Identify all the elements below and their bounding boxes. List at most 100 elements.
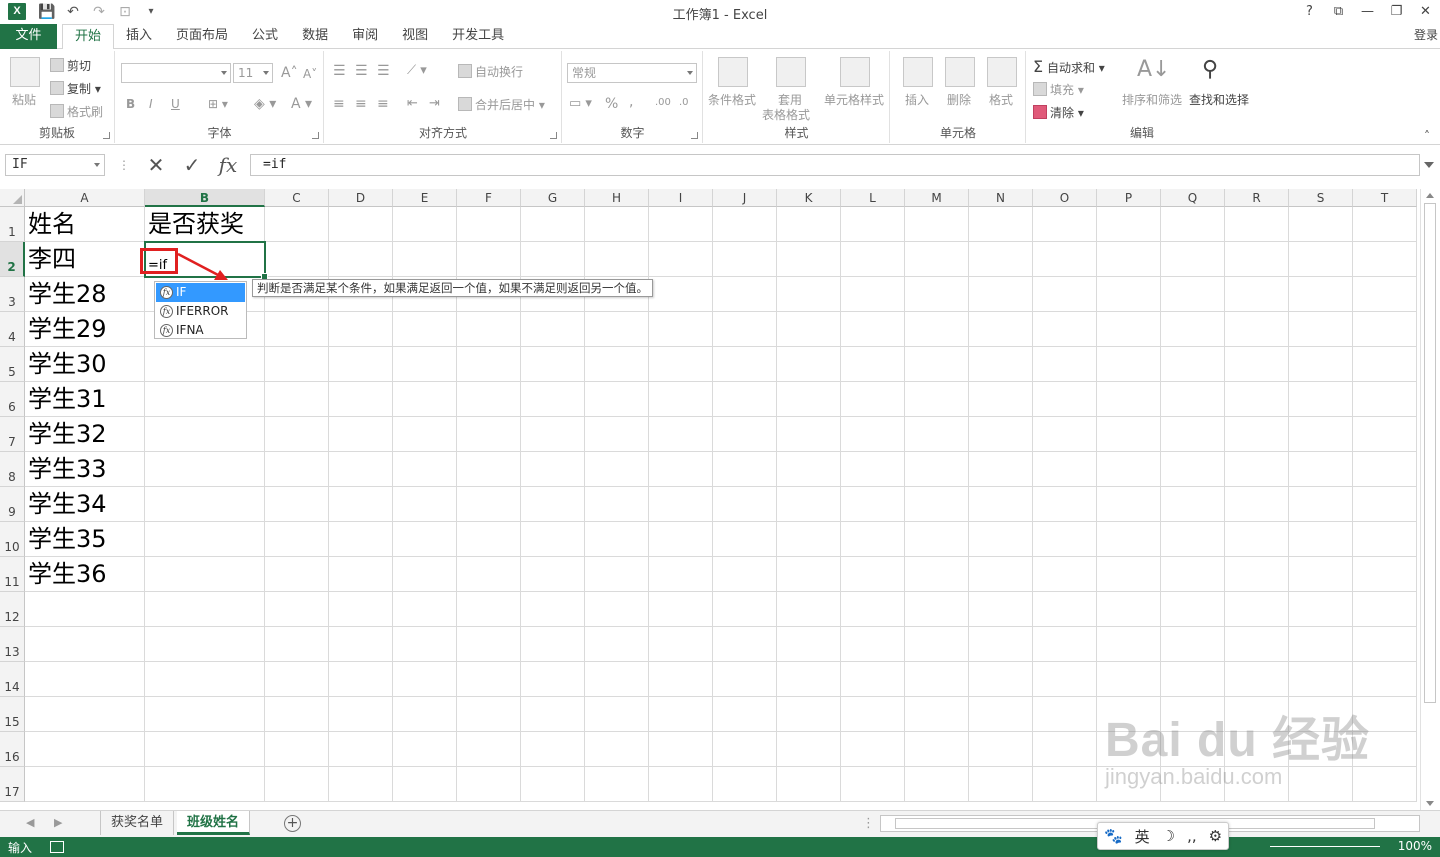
cell-r16[interactable]	[1225, 732, 1289, 767]
cell-s17[interactable]	[1289, 767, 1353, 802]
cell-h15[interactable]	[585, 697, 649, 732]
cell-s11[interactable]	[1289, 557, 1353, 592]
cell-n7[interactable]	[969, 417, 1033, 452]
cell-i5[interactable]	[649, 347, 713, 382]
cell-b10[interactable]	[145, 522, 265, 557]
login-link[interactable]: 登录	[1414, 26, 1438, 43]
row-header-14[interactable]: 14	[0, 662, 25, 697]
cell-f7[interactable]	[457, 417, 521, 452]
cell-styles-icon[interactable]	[840, 57, 870, 87]
number-launcher-icon[interactable]	[691, 132, 698, 139]
cell-a17[interactable]	[25, 767, 145, 802]
cell-l3[interactable]	[841, 277, 905, 312]
cell-b1[interactable]: 是否获奖	[145, 207, 265, 242]
cell-p5[interactable]	[1097, 347, 1161, 382]
cell-f1[interactable]	[457, 207, 521, 242]
cell-q5[interactable]	[1161, 347, 1225, 382]
cell-o11[interactable]	[1033, 557, 1097, 592]
cell-d7[interactable]	[329, 417, 393, 452]
cell-s6[interactable]	[1289, 382, 1353, 417]
cell-d6[interactable]	[329, 382, 393, 417]
cell-p15[interactable]	[1097, 697, 1161, 732]
cell-g4[interactable]	[521, 312, 585, 347]
cell-r11[interactable]	[1225, 557, 1289, 592]
cell-k3[interactable]	[777, 277, 841, 312]
cell-g15[interactable]	[521, 697, 585, 732]
cell-t12[interactable]	[1353, 592, 1417, 627]
cell-t7[interactable]	[1353, 417, 1417, 452]
cell-e9[interactable]	[393, 487, 457, 522]
cell-i7[interactable]	[649, 417, 713, 452]
cell-n14[interactable]	[969, 662, 1033, 697]
cell-m12[interactable]	[905, 592, 969, 627]
cell-h7[interactable]	[585, 417, 649, 452]
cell-n9[interactable]	[969, 487, 1033, 522]
column-header-f[interactable]: F	[457, 189, 521, 207]
cell-h2[interactable]	[585, 242, 649, 277]
cell-q15[interactable]	[1161, 697, 1225, 732]
cell-n15[interactable]	[969, 697, 1033, 732]
cell-j5[interactable]	[713, 347, 777, 382]
row-header-1[interactable]: 1	[0, 207, 25, 242]
cell-k15[interactable]	[777, 697, 841, 732]
cell-a4[interactable]: 学生29	[25, 312, 145, 347]
cell-q8[interactable]	[1161, 452, 1225, 487]
sheet-prev-icon[interactable]: ◀	[26, 816, 34, 829]
copy-button[interactable]: 复制 ▾	[50, 80, 101, 97]
cell-a9[interactable]: 学生34	[25, 487, 145, 522]
cell-s16[interactable]	[1289, 732, 1353, 767]
cell-a16[interactable]	[25, 732, 145, 767]
cell-l10[interactable]	[841, 522, 905, 557]
increase-decimal-icon[interactable]: .00	[655, 97, 671, 108]
grow-font-icon[interactable]: A˄	[281, 65, 298, 81]
cell-b14[interactable]	[145, 662, 265, 697]
cell-n3[interactable]	[969, 277, 1033, 312]
format-painter-button[interactable]: 格式刷	[50, 103, 103, 120]
cell-n12[interactable]	[969, 592, 1033, 627]
cell-o4[interactable]	[1033, 312, 1097, 347]
cell-q14[interactable]	[1161, 662, 1225, 697]
delete-cells-icon[interactable]	[945, 57, 975, 87]
cell-m3[interactable]	[905, 277, 969, 312]
border-icon[interactable]: ⊞ ▾	[208, 97, 228, 111]
cell-t15[interactable]	[1353, 697, 1417, 732]
cell-i17[interactable]	[649, 767, 713, 802]
cell-c7[interactable]	[265, 417, 329, 452]
cut-button[interactable]: 剪切	[50, 57, 91, 74]
cell-o15[interactable]	[1033, 697, 1097, 732]
cell-o5[interactable]	[1033, 347, 1097, 382]
cell-l14[interactable]	[841, 662, 905, 697]
fill-button[interactable]: 填充 ▾	[1033, 81, 1084, 98]
cell-i10[interactable]	[649, 522, 713, 557]
cell-f12[interactable]	[457, 592, 521, 627]
cell-c10[interactable]	[265, 522, 329, 557]
cell-g2[interactable]	[521, 242, 585, 277]
cell-p9[interactable]	[1097, 487, 1161, 522]
cell-r3[interactable]	[1225, 277, 1289, 312]
cell-r12[interactable]	[1225, 592, 1289, 627]
column-header-t[interactable]: T	[1353, 189, 1417, 207]
bold-button[interactable]: B	[126, 97, 135, 111]
cell-a8[interactable]: 学生33	[25, 452, 145, 487]
cell-h9[interactable]	[585, 487, 649, 522]
cell-m2[interactable]	[905, 242, 969, 277]
delete-cells-button[interactable]: 删除	[947, 91, 971, 108]
cell-t2[interactable]	[1353, 242, 1417, 277]
cell-e1[interactable]	[393, 207, 457, 242]
cell-j4[interactable]	[713, 312, 777, 347]
cell-p17[interactable]	[1097, 767, 1161, 802]
cell-e13[interactable]	[393, 627, 457, 662]
cell-d4[interactable]	[329, 312, 393, 347]
cell-a3[interactable]: 学生28	[25, 277, 145, 312]
comma-button[interactable]: ,	[629, 94, 633, 110]
cell-j6[interactable]	[713, 382, 777, 417]
cell-p3[interactable]	[1097, 277, 1161, 312]
cell-e11[interactable]	[393, 557, 457, 592]
ime-language-toggle[interactable]: 英	[1135, 826, 1150, 847]
cell-o2[interactable]	[1033, 242, 1097, 277]
cell-g9[interactable]	[521, 487, 585, 522]
cell-j13[interactable]	[713, 627, 777, 662]
cell-p11[interactable]	[1097, 557, 1161, 592]
cell-n8[interactable]	[969, 452, 1033, 487]
cell-g11[interactable]	[521, 557, 585, 592]
